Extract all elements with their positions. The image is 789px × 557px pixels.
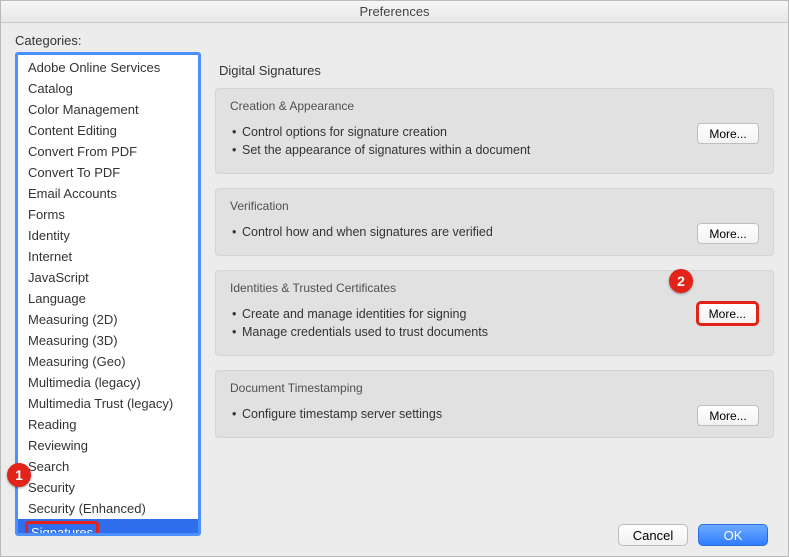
bullet-text: Configure timestamp server settings xyxy=(230,405,759,423)
category-item[interactable]: Multimedia Trust (legacy) xyxy=(18,393,198,414)
category-item-label: Multimedia Trust (legacy) xyxy=(28,396,173,411)
category-item[interactable]: Internet xyxy=(18,246,198,267)
category-item-label: Security xyxy=(28,480,75,495)
category-item-label: Email Accounts xyxy=(28,186,117,201)
category-item-label: Language xyxy=(28,291,86,306)
section-document-timestamping: Document Timestamping Configure timestam… xyxy=(215,370,774,438)
category-item[interactable]: Catalog xyxy=(18,78,198,99)
category-item[interactable]: Adobe Online Services xyxy=(18,57,198,78)
category-item[interactable]: Email Accounts xyxy=(18,183,198,204)
category-item-label: Forms xyxy=(28,207,65,222)
category-item[interactable]: Color Management xyxy=(18,99,198,120)
more-button-identities[interactable]: More... xyxy=(696,301,759,326)
section-title: Creation & Appearance xyxy=(230,99,759,113)
ok-button[interactable]: OK xyxy=(698,524,768,546)
category-item-label: Measuring (3D) xyxy=(28,333,118,348)
section-title: Document Timestamping xyxy=(230,381,759,395)
annotation-badge-1: 1 xyxy=(7,463,31,487)
category-item[interactable]: Measuring (Geo) xyxy=(18,351,198,372)
category-item[interactable]: Search xyxy=(18,456,198,477)
category-item-label: Convert To PDF xyxy=(28,165,120,180)
category-item-label: Catalog xyxy=(28,81,73,96)
category-item[interactable]: Content Editing xyxy=(18,120,198,141)
bullet-text: Create and manage identities for signing xyxy=(230,305,759,323)
category-item-label: Internet xyxy=(28,249,72,264)
category-item[interactable]: Reviewing xyxy=(18,435,198,456)
section-title: Verification xyxy=(230,199,759,213)
section-creation-appearance: Creation & Appearance Control options fo… xyxy=(215,88,774,174)
category-item[interactable]: Identity xyxy=(18,225,198,246)
category-item[interactable]: Measuring (2D) xyxy=(18,309,198,330)
category-item[interactable]: Language xyxy=(18,288,198,309)
category-item-label: Multimedia (legacy) xyxy=(28,375,141,390)
category-item-label: Reading xyxy=(28,417,76,432)
cancel-button[interactable]: Cancel xyxy=(618,524,688,546)
panel-heading: Digital Signatures xyxy=(219,63,774,78)
category-item-label: Color Management xyxy=(28,102,139,117)
category-item[interactable]: Multimedia (legacy) xyxy=(18,372,198,393)
window-titlebar: Preferences xyxy=(1,1,788,23)
categories-listbox[interactable]: Adobe Online Services Catalog Color Manage… xyxy=(15,52,201,536)
more-button-creation[interactable]: More... xyxy=(697,123,759,144)
dialog-footer: Cancel OK xyxy=(1,514,788,556)
category-item-label: Convert From PDF xyxy=(28,144,137,159)
category-item[interactable]: Convert From PDF xyxy=(18,141,198,162)
category-item[interactable]: JavaScript xyxy=(18,267,198,288)
bullet-text: Control options for signature creation xyxy=(230,123,759,141)
bullet-text: Set the appearance of signatures within … xyxy=(230,141,759,159)
bullet-text: Manage credentials used to trust documen… xyxy=(230,323,759,341)
category-item-label: Adobe Online Services xyxy=(28,60,160,75)
category-item-label: JavaScript xyxy=(28,270,89,285)
category-item[interactable]: Forms xyxy=(18,204,198,225)
category-item-label: Content Editing xyxy=(28,123,117,138)
category-item-label: Measuring (Geo) xyxy=(28,354,126,369)
category-item-label: Measuring (2D) xyxy=(28,312,118,327)
category-item-label: Identity xyxy=(28,228,70,243)
category-item[interactable]: Reading xyxy=(18,414,198,435)
annotation-badge-2: 2 xyxy=(669,269,693,293)
category-item-label: Reviewing xyxy=(28,438,88,453)
section-verification: Verification Control how and when signat… xyxy=(215,188,774,256)
category-item-label: Search xyxy=(28,459,69,474)
categories-label: Categories: xyxy=(15,33,201,48)
more-button-verification[interactable]: More... xyxy=(697,223,759,244)
category-item[interactable]: Security xyxy=(18,477,198,498)
category-item[interactable]: Measuring (3D) xyxy=(18,330,198,351)
bullet-text: Control how and when signatures are veri… xyxy=(230,223,759,241)
window-title: Preferences xyxy=(359,4,429,19)
category-item[interactable]: Convert To PDF xyxy=(18,162,198,183)
more-button-timestamping[interactable]: More... xyxy=(697,405,759,426)
